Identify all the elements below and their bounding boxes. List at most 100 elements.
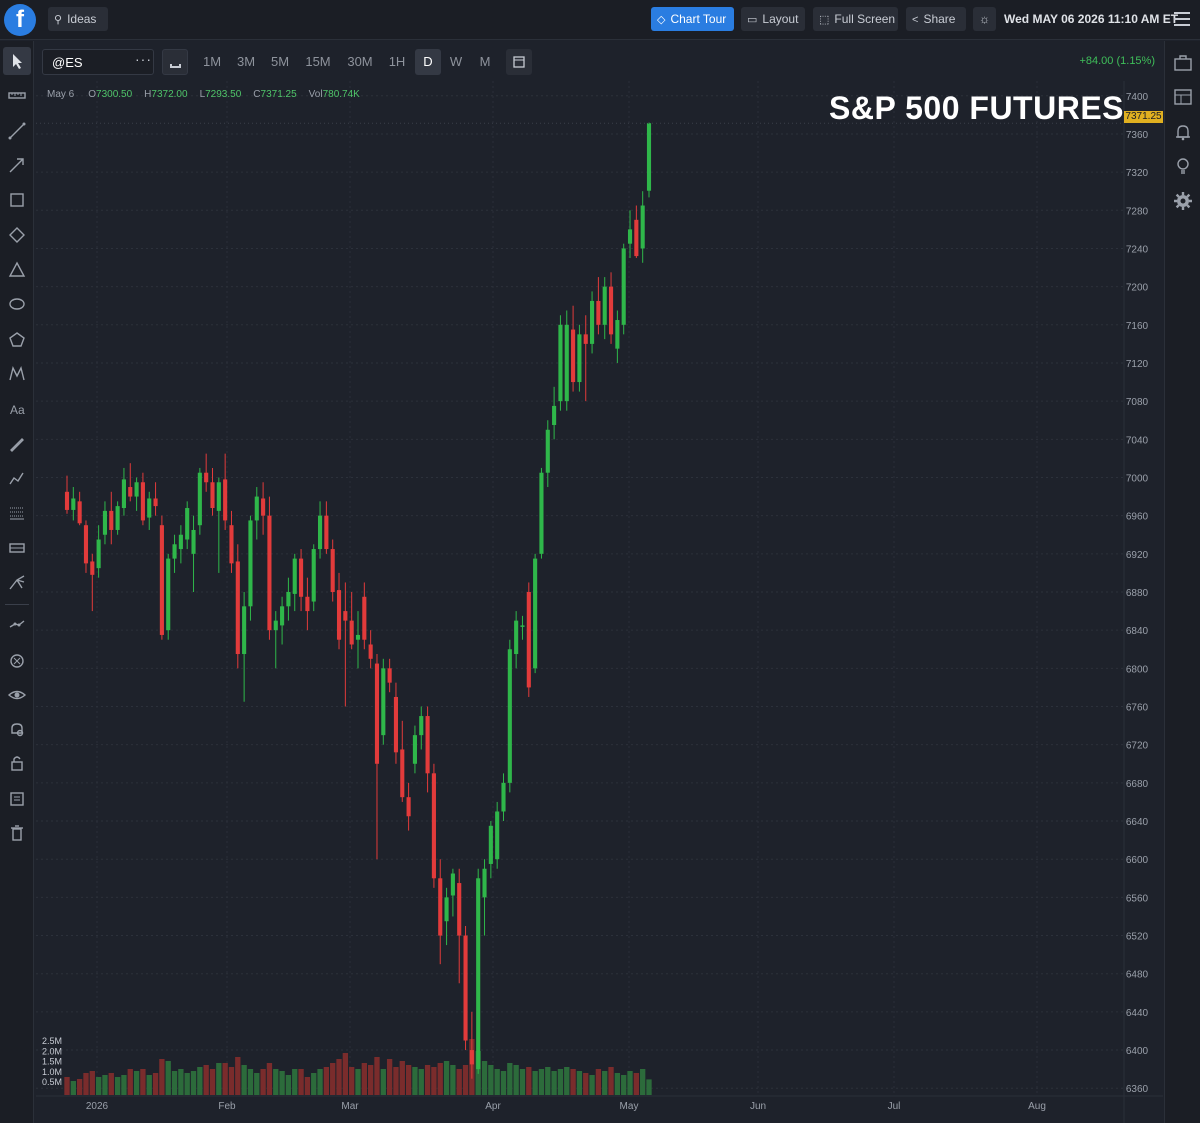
volume-bar <box>197 1067 203 1095</box>
candle-body <box>134 482 139 497</box>
volume-bar <box>640 1069 646 1095</box>
calendar-button[interactable] <box>506 49 532 75</box>
x-tick-label: 2026 <box>86 1101 109 1112</box>
pattern-icon <box>9 365 25 381</box>
settings-button[interactable] <box>1172 190 1194 212</box>
timeframe-30m[interactable]: 30M <box>342 49 378 75</box>
volume-bar <box>494 1069 500 1095</box>
pattern-tool[interactable] <box>3 360 31 388</box>
polygon-tool[interactable] <box>3 326 31 354</box>
timeframe-15m[interactable]: 15M <box>300 49 336 75</box>
share-button[interactable]: < Share <box>906 7 966 31</box>
volume-bar <box>152 1073 159 1095</box>
symbol-search-input[interactable]: @ES ··· <box>42 49 154 75</box>
candle-body <box>121 479 126 509</box>
y-tick-label: 6960 <box>1126 512 1149 523</box>
candle-body <box>311 549 316 602</box>
layout-grid-button[interactable] <box>1172 86 1194 108</box>
chart-tour-button[interactable]: ◇ Chart Tour <box>651 7 734 31</box>
triangle-tool[interactable] <box>3 256 31 284</box>
volume-bar <box>266 1063 273 1095</box>
timeframe-d[interactable]: D <box>415 49 441 75</box>
volume-bar <box>405 1065 412 1095</box>
legend-high: 7372.00 <box>151 89 188 100</box>
volume-bar <box>608 1067 614 1095</box>
ideas-button[interactable]: ⚲ Ideas <box>48 7 108 31</box>
candle-body <box>83 525 89 564</box>
volume-bar <box>595 1069 602 1095</box>
x-tick-label: Jul <box>888 1101 901 1112</box>
bell-button[interactable] <box>1172 121 1194 143</box>
hide-drawings-tool[interactable] <box>3 647 31 675</box>
volume-bar <box>292 1069 298 1095</box>
volume-bar <box>317 1069 323 1095</box>
candle-body <box>374 663 380 764</box>
volume-bar <box>330 1063 336 1095</box>
lock-tool[interactable] <box>3 749 31 777</box>
lightbulb-icon <box>1177 158 1189 174</box>
lightbulb-button[interactable] <box>1172 155 1194 177</box>
price-chart[interactable]: 7400 7360 7320 7280 7240 7200 7160 7120 7080 7040… <box>36 41 1163 1123</box>
candle-body <box>514 620 519 655</box>
volume-bar <box>513 1065 519 1095</box>
timeframe-3m[interactable]: 3M <box>232 49 260 75</box>
volume-bar <box>70 1081 76 1095</box>
price-range-tool[interactable] <box>3 534 31 562</box>
candle-body <box>488 825 493 864</box>
candle-body <box>425 716 430 774</box>
candle-body <box>571 329 576 383</box>
timeframe-m[interactable]: M <box>473 49 497 75</box>
show-tool[interactable] <box>3 681 31 709</box>
ellipse-tool[interactable] <box>3 290 31 318</box>
trendline-tool[interactable] <box>3 117 31 145</box>
timeframe-1m[interactable]: 1M <box>198 49 226 75</box>
cursor-tool[interactable] <box>3 47 31 75</box>
chart-area[interactable]: 7400 7360 7320 7280 7240 7200 7160 7120 7080 7040… <box>36 41 1163 1123</box>
text-tool[interactable]: Aa <box>3 395 31 423</box>
rotated-rectangle-tool[interactable] <box>3 221 31 249</box>
legend-low: 7293.50 <box>205 89 242 100</box>
more-options-icon[interactable]: ··· <box>135 51 152 67</box>
volume-bar <box>399 1061 405 1095</box>
ruler-tool[interactable] <box>3 81 31 109</box>
y-tick-label: 6840 <box>1126 626 1149 637</box>
candle-body <box>621 248 626 325</box>
timeframe-w[interactable]: W <box>445 49 467 75</box>
volume-bar <box>583 1073 589 1095</box>
notes-tool[interactable] <box>3 785 31 813</box>
hamburger-menu-icon[interactable] <box>1174 12 1190 26</box>
arrow-tool[interactable] <box>3 151 31 179</box>
chart-type-button[interactable] <box>162 49 188 75</box>
volume-bar <box>121 1075 127 1095</box>
layout-button[interactable]: ▭ Layout <box>741 7 805 31</box>
theme-toggle-button[interactable]: ☼ <box>973 7 996 31</box>
timeframe-5m[interactable]: 5M <box>266 49 294 75</box>
volume-bar <box>83 1073 89 1095</box>
y-tick-label: 6880 <box>1126 588 1149 599</box>
measure-tool[interactable] <box>3 611 31 639</box>
lightbulb-icon: ⚲ <box>54 14 63 26</box>
x-tick-label: Aug <box>1028 1101 1046 1112</box>
brush-tool[interactable] <box>3 430 31 458</box>
arrow-icon <box>9 158 24 173</box>
volume-tick-label: 0.5M <box>42 1077 62 1087</box>
trash-tool[interactable] <box>3 819 31 847</box>
layout-grid-icon <box>1174 89 1192 105</box>
volume-bar <box>646 1079 652 1095</box>
path-tool[interactable] <box>3 465 31 493</box>
triangle-icon <box>8 261 26 277</box>
volume-bar <box>551 1071 557 1095</box>
alert-eye-tool[interactable] <box>3 715 31 743</box>
pitchfork-tool[interactable] <box>3 568 31 596</box>
volume-bar <box>285 1075 292 1095</box>
timeframe-1h[interactable]: 1H <box>384 49 410 75</box>
candle-body <box>280 606 285 626</box>
hide-drawings-icon <box>10 654 24 668</box>
rectangle-tool[interactable] <box>3 186 31 214</box>
fib-retracement-tool[interactable] <box>3 499 31 527</box>
y-tick-label: 6800 <box>1126 664 1149 675</box>
volume-bar <box>171 1071 178 1095</box>
full-screen-button[interactable]: ⬚ Full Screen <box>813 7 898 31</box>
app-logo[interactable]: f <box>4 4 36 36</box>
briefcase-button[interactable] <box>1172 52 1194 74</box>
